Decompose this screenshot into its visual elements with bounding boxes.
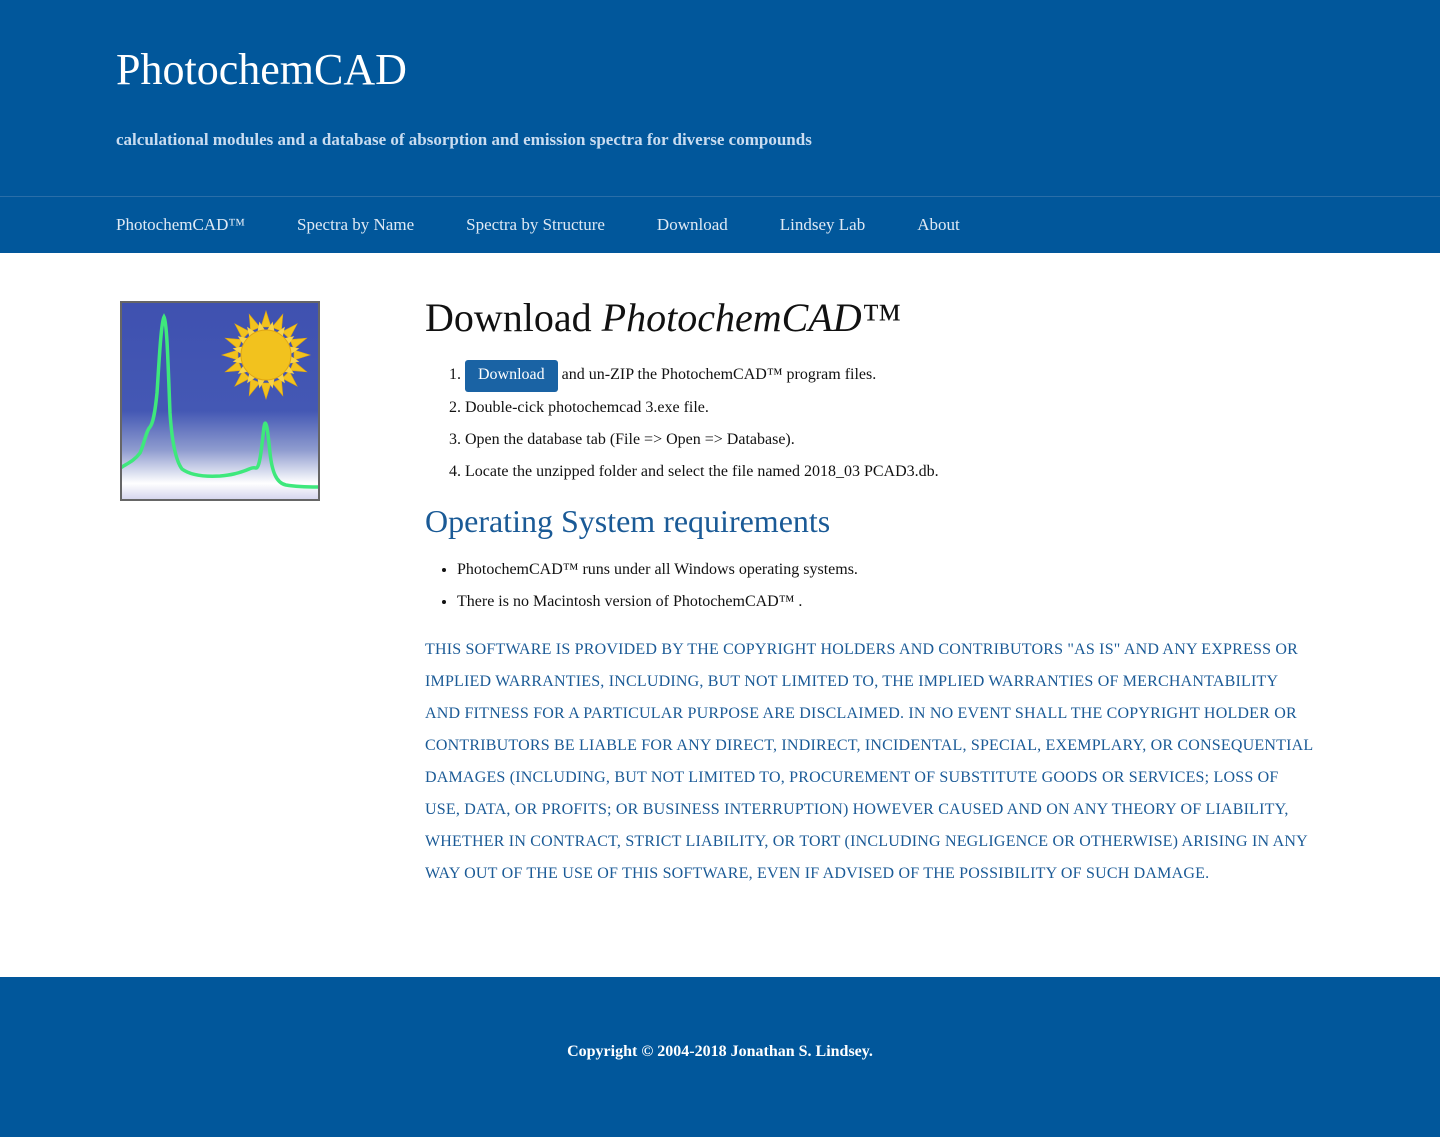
install-step: Open the database tab (File => Open => D… (465, 424, 1315, 456)
site-tagline: calculational modules and a database of … (116, 130, 812, 149)
nav-item-photochemcad[interactable]: PhotochemCAD™ (116, 215, 245, 235)
page-title-product: PhotochemCAD™ (601, 295, 901, 340)
os-requirement-item: PhotochemCAD™ runs under all Windows ope… (457, 554, 1315, 586)
install-step-text: and un-ZIP the PhotochemCAD™ program fil… (557, 366, 877, 383)
install-step: Double-cick photochemcad 3.exe file. (465, 392, 1315, 424)
install-step: Locate the unzipped folder and select th… (465, 456, 1315, 488)
copyright-text: Copyright © 2004-2018 Jonathan S. Lindse… (567, 1043, 873, 1060)
page-title-prefix: Download (425, 295, 602, 340)
main-column: Download PhotochemCAD™ Download and un-Z… (425, 293, 1315, 890)
install-steps: Download and un-ZIP the PhotochemCAD™ pr… (425, 359, 1315, 488)
nav-list: PhotochemCAD™ Spectra by Name Spectra by… (116, 197, 1012, 253)
os-requirements-heading: Operating System requirements (425, 503, 831, 539)
license-disclaimer: THIS SOFTWARE IS PROVIDED BY THE COPYRIG… (425, 641, 1313, 882)
nav-item-lindsey-lab[interactable]: Lindsey Lab (780, 215, 865, 235)
nav-item-spectra-by-structure[interactable]: Spectra by Structure (466, 215, 605, 235)
os-requirement-item: There is no Macintosh version of Photoch… (457, 586, 1315, 618)
site-footer: Copyright © 2004-2018 Jonathan S. Lindse… (0, 977, 1440, 1137)
site-header: PhotochemCAD calculational modules and a… (0, 0, 1440, 196)
install-step-text: Open the database tab (File => Open => D… (465, 431, 795, 448)
page-title: Download PhotochemCAD™ (425, 293, 1315, 343)
nav-item-spectra-by-name[interactable]: Spectra by Name (297, 215, 414, 235)
install-step: Download and un-ZIP the PhotochemCAD™ pr… (465, 359, 1315, 392)
os-requirements-list: PhotochemCAD™ runs under all Windows ope… (425, 554, 1315, 618)
install-step-text: Locate the unzipped folder and select th… (465, 463, 939, 480)
nav-item-about[interactable]: About (917, 215, 960, 235)
site-title[interactable]: PhotochemCAD (116, 44, 407, 96)
content-area: Download PhotochemCAD™ Download and un-Z… (0, 253, 1440, 977)
install-step-text: Double-cick photochemcad 3.exe file. (465, 399, 709, 416)
sun-icon (220, 309, 312, 401)
spectrum-sun-icon (120, 301, 320, 501)
nav-item-download[interactable]: Download (657, 215, 728, 235)
download-button[interactable]: Download (465, 360, 558, 392)
main-navigation: PhotochemCAD™ Spectra by Name Spectra by… (0, 196, 1440, 253)
logo-graphic (120, 309, 320, 489)
